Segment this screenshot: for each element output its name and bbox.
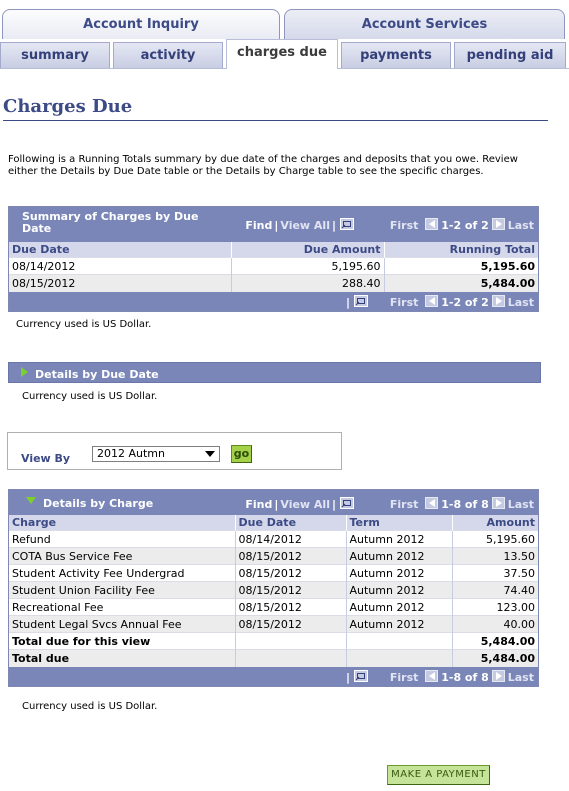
charge-grid-header: Details by Charge Find | View All | First 1… [9, 490, 538, 515]
title-divider [3, 120, 548, 121]
summary-grid-title: Summary of Charges by Due Date [22, 210, 199, 235]
summary-table: Due Date Due Amount Running Total 08/14/… [9, 242, 538, 292]
col-due-date: Due Date [234, 515, 346, 531]
subtab-pending-aid[interactable]: pending aid [454, 42, 566, 68]
summary-grid-footer: | First 1-2 of 2 Last [9, 291, 538, 311]
zoom-icon[interactable] [340, 218, 355, 230]
tab-account-inquiry[interactable]: Account Inquiry [2, 9, 280, 39]
col-charge: Charge [9, 515, 235, 531]
prev-arrow-icon[interactable] [425, 218, 439, 230]
first-link[interactable]: First [390, 671, 419, 684]
prev-arrow-icon[interactable] [425, 669, 439, 682]
subtab-bar: summary activity charges due payments pe… [0, 39, 569, 69]
subtab-payments[interactable]: payments [341, 42, 451, 68]
first-link[interactable]: First [390, 296, 419, 309]
prev-arrow-icon[interactable] [425, 497, 439, 509]
next-arrow-icon[interactable] [491, 294, 505, 307]
col-due-amount: Due Amount [230, 242, 384, 258]
currency-note: Currency used is US Dollar. [22, 701, 158, 712]
next-arrow-icon[interactable] [491, 497, 505, 509]
table-row: Recreational Fee 08/15/2012 Autumn 2012 … [9, 598, 538, 616]
charge-grid-range: 1-8 of 8 [441, 498, 489, 511]
currency-note: Currency used is US Dollar. [16, 319, 152, 330]
page-title: Charges Due [3, 96, 133, 117]
table-row: Student Legal Svcs Annual Fee 08/15/2012… [9, 615, 538, 633]
col-term: Term [345, 515, 452, 531]
charge-grid-range: 1-8 of 8 [441, 670, 489, 684]
last-link[interactable]: Last [508, 296, 534, 309]
subtab-charges-due[interactable]: charges due [226, 39, 338, 69]
view-all-link[interactable]: View All [280, 498, 330, 511]
zoom-icon[interactable] [340, 497, 355, 509]
table-row: COTA Bus Service Fee 08/15/2012 Autumn 2… [9, 547, 538, 565]
find-link[interactable]: Find [245, 498, 272, 511]
last-link[interactable]: Last [508, 219, 534, 232]
last-link[interactable]: Last [508, 498, 534, 511]
expand-arrow-icon[interactable] [21, 367, 28, 377]
summary-grid-nav: Find | View All | First 1-2 of 2 Last [245, 218, 534, 232]
charge-grid-title: Details by Charge [43, 497, 154, 510]
tab-account-services[interactable]: Account Services [284, 9, 565, 39]
prev-arrow-icon[interactable] [425, 294, 439, 307]
col-amount: Amount [451, 515, 538, 531]
find-link[interactable]: Find [245, 219, 272, 232]
next-arrow-icon[interactable] [491, 218, 505, 230]
term-select[interactable]: 2012 Autmn [92, 446, 220, 462]
total-row: Total due 5,484.00 [9, 649, 538, 667]
currency-note: Currency used is US Dollar. [22, 391, 158, 402]
view-by-label: View By [21, 452, 71, 465]
first-link[interactable]: First [390, 498, 419, 511]
col-due-date: Due Date [9, 242, 231, 258]
table-row: Student Activity Fee Undergrad 08/15/201… [9, 564, 538, 582]
details-by-due-date-bar[interactable]: Details by Due Date [8, 362, 541, 383]
last-link[interactable]: Last [508, 671, 534, 684]
charge-grid-footer: | First 1-8 of 8 Last [9, 666, 538, 686]
summary-grid-header: Summary of Charges by Due Date Find | View… [9, 207, 538, 242]
summary-grid-range: 1-2 of 2 [441, 295, 489, 309]
next-arrow-icon[interactable] [491, 669, 505, 682]
go-button[interactable]: go [231, 445, 252, 463]
details-by-due-date-title: Details by Due Date [35, 368, 159, 381]
total-view-row: Total due for this view 5,484.00 [9, 632, 538, 650]
intro-text: Following is a Running Totals summary by… [8, 154, 518, 177]
view-all-link[interactable]: View All [280, 219, 330, 232]
chevron-down-icon [205, 451, 215, 457]
summary-grid-range: 1-2 of 2 [441, 219, 489, 232]
view-by-panel: View By 2012 Autmn go [7, 432, 342, 470]
table-row: 08/15/2012 288.40 5,484.00 [9, 274, 538, 292]
zoom-icon[interactable] [354, 294, 369, 307]
zoom-icon[interactable] [354, 669, 369, 682]
collapse-arrow-icon[interactable] [26, 497, 36, 504]
summary-grid: Summary of Charges by Due Date Find | View… [8, 206, 539, 312]
subtab-summary[interactable]: summary [0, 42, 110, 68]
col-running-total: Running Total [383, 242, 538, 258]
table-row: Student Union Facility Fee 08/15/2012 Au… [9, 581, 538, 599]
first-link[interactable]: First [390, 219, 419, 232]
charge-grid: Details by Charge Find | View All | First 1… [8, 489, 539, 687]
table-row: 08/14/2012 5,195.60 5,195.60 [9, 257, 538, 275]
make-payment-button[interactable]: Make A Payment [387, 765, 490, 785]
table-row: Refund 08/14/2012 Autumn 2012 5,195.60 [9, 530, 538, 548]
subtab-activity[interactable]: activity [113, 42, 223, 68]
charge-table: Charge Due Date Term Amount Refund 08/14… [9, 515, 538, 667]
